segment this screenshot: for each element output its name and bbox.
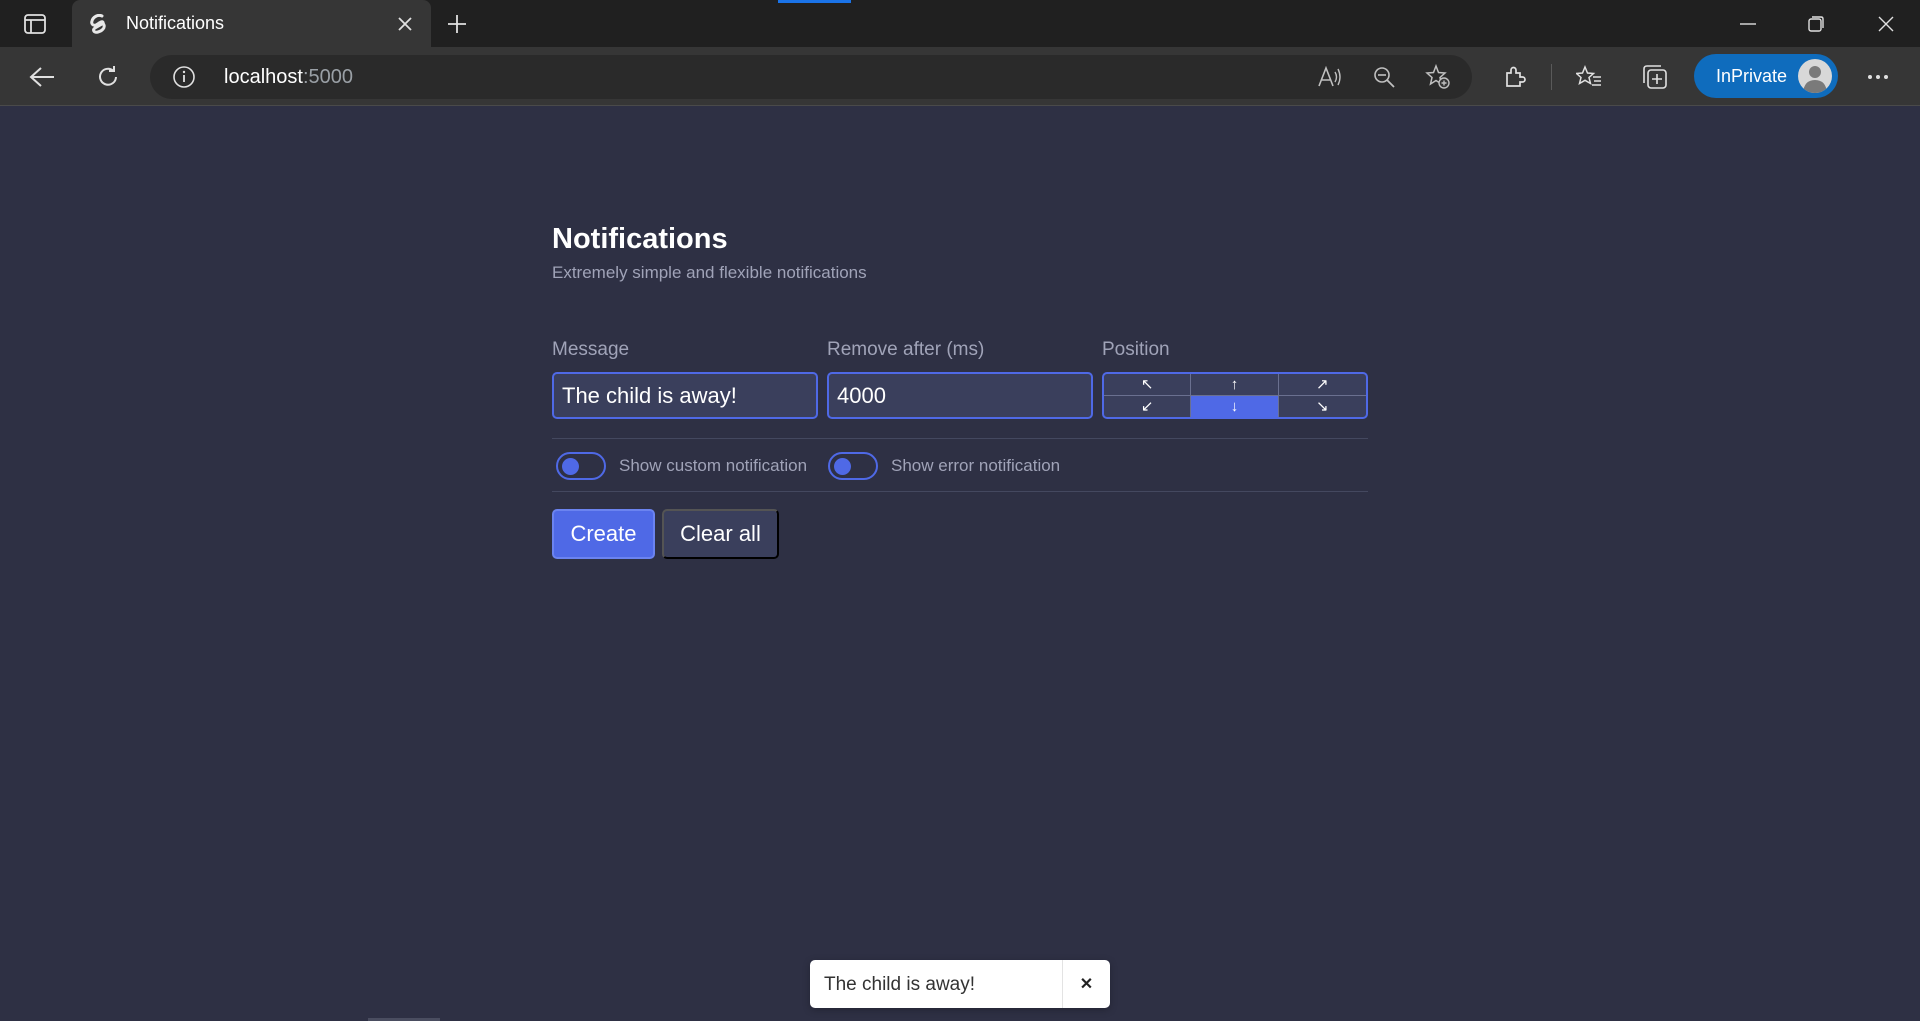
close-icon[interactable]	[393, 12, 417, 36]
favorites-icon[interactable]	[1569, 59, 1609, 95]
address-bar[interactable]: localhost:5000	[150, 55, 1472, 99]
info-icon[interactable]	[172, 65, 196, 89]
position-bottom-center[interactable]: ↓	[1191, 395, 1279, 417]
remove-after-field: Remove after (ms)	[827, 339, 1093, 419]
loading-indicator	[778, 0, 851, 3]
error-notification-toggle[interactable]: Show error notification	[828, 451, 1060, 481]
tab-actions-icon[interactable]	[14, 10, 56, 38]
toast-message: The child is away!	[824, 974, 976, 995]
back-icon[interactable]	[22, 59, 62, 95]
position-label: Position	[1102, 339, 1170, 360]
position-selector: ↖ ↑ ↗ ↙ ↓ ↘	[1102, 372, 1368, 419]
custom-notification-label: Show custom notification	[619, 456, 808, 475]
custom-notification-switch[interactable]	[556, 452, 606, 480]
browser-tab-bar: Notifications	[0, 0, 1920, 47]
tab-title: Notifications	[126, 13, 225, 33]
message-input[interactable]	[552, 372, 818, 419]
toggle-row: Show custom notification Show error noti…	[552, 438, 1368, 492]
extensions-icon[interactable]	[1495, 59, 1535, 95]
toast-notification: The child is away! ✕	[810, 960, 1110, 1008]
message-label: Message	[552, 339, 630, 360]
position-top-center[interactable]: ↑	[1191, 374, 1279, 396]
custom-notification-toggle[interactable]: Show custom notification	[556, 451, 807, 481]
url-port: :5000	[302, 66, 353, 88]
position-top-left[interactable]: ↖	[1104, 374, 1192, 396]
avatar	[1798, 59, 1832, 93]
notifications-app: Notifications Extremely simple and flexi…	[552, 223, 1368, 559]
position-bottom-left[interactable]: ↙	[1104, 395, 1192, 417]
switch-knob	[562, 458, 579, 475]
collections-icon[interactable]	[1635, 59, 1675, 95]
restore-icon[interactable]	[1782, 0, 1850, 47]
position-bottom-right[interactable]: ↘	[1279, 396, 1366, 418]
svelte-favicon-icon	[88, 13, 108, 34]
read-aloud-icon[interactable]	[1312, 61, 1348, 93]
remove-after-input[interactable]	[827, 372, 1093, 419]
error-notification-label: Show error notification	[891, 456, 1061, 475]
url-host: localhost	[224, 66, 303, 88]
active-tab[interactable]: Notifications	[72, 0, 431, 47]
zoom-out-icon[interactable]	[1366, 61, 1402, 93]
clear-all-button[interactable]: Clear all	[662, 509, 779, 559]
toolbar-separator	[1551, 64, 1552, 90]
add-favorite-icon[interactable]	[1420, 61, 1456, 93]
error-notification-switch[interactable]	[828, 452, 878, 480]
create-button[interactable]: Create	[552, 509, 655, 559]
refresh-icon[interactable]	[88, 59, 128, 95]
message-field: Message	[552, 339, 818, 419]
toast-close-button[interactable]: ✕	[1062, 960, 1110, 1008]
inprivate-button[interactable]: InPrivate	[1694, 54, 1838, 98]
page-subtitle: Extremely simple and flexible notificati…	[552, 263, 867, 282]
plus-icon[interactable]	[440, 10, 474, 38]
browser-toolbar: localhost:5000 InPrivate	[0, 47, 1920, 106]
form-fields: Message Remove after (ms) Position ↖ ↑ ↗…	[552, 339, 1368, 419]
more-icon[interactable]	[1858, 59, 1898, 95]
position-top-right[interactable]: ↗	[1278, 374, 1366, 396]
close-window-icon[interactable]	[1852, 0, 1920, 47]
minimize-icon[interactable]	[1714, 0, 1782, 47]
url-text: localhost:5000	[224, 66, 353, 89]
position-field: Position ↖ ↑ ↗ ↙ ↓ ↘	[1102, 339, 1368, 419]
page-title: Notifications	[552, 223, 728, 255]
page-content: Notifications Extremely simple and flexi…	[0, 107, 1920, 1021]
switch-knob	[834, 458, 851, 475]
close-icon: ✕	[1079, 976, 1094, 993]
inprivate-label: InPrivate	[1716, 66, 1788, 86]
remove-after-label: Remove after (ms)	[827, 339, 985, 360]
